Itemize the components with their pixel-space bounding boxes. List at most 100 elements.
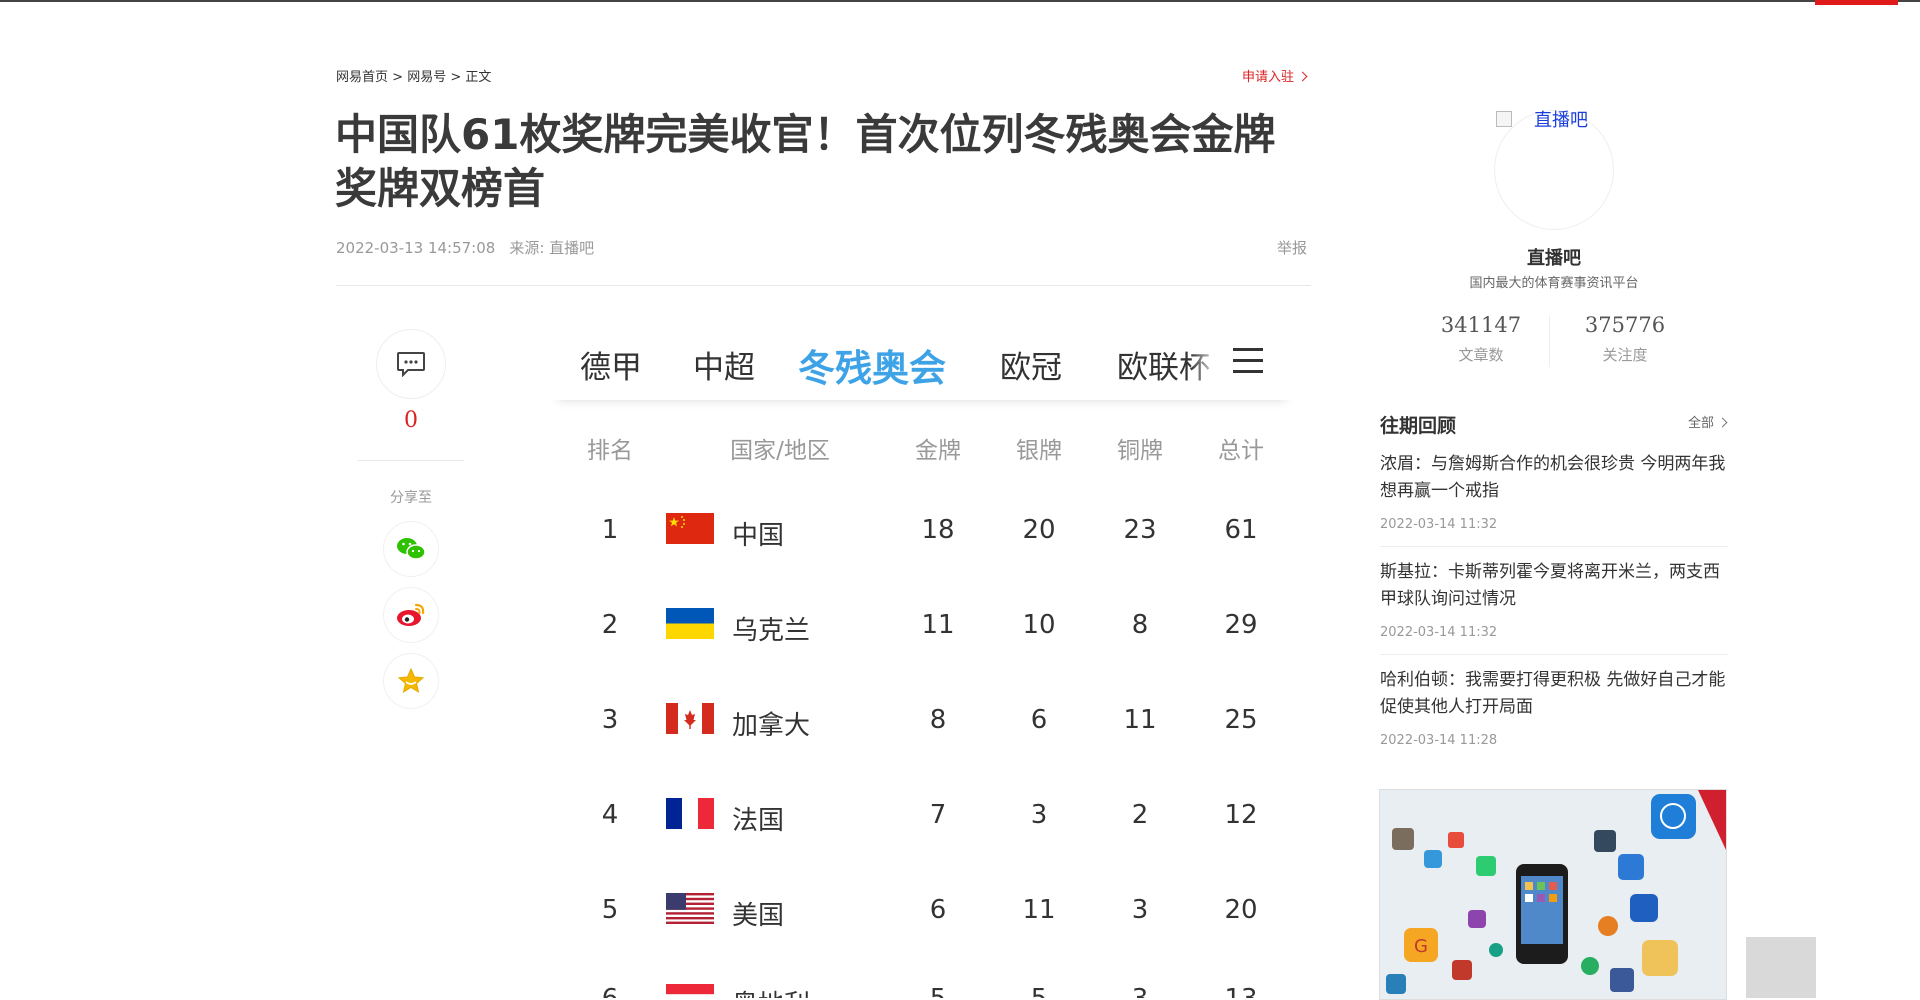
usa-flag-icon: [666, 893, 714, 924]
divider: [358, 460, 464, 461]
rank-cell: 4: [601, 800, 619, 830]
author-name[interactable]: 直播吧: [1454, 244, 1654, 270]
bronze-cell: 2: [1131, 800, 1149, 830]
tab-csl: 中超: [693, 350, 755, 386]
app-icons-illustration: G: [1380, 790, 1726, 999]
tab-champions-league: 欧冠: [1000, 350, 1062, 386]
total-cell: 20: [1224, 895, 1258, 925]
breadcrumb-separator: >: [388, 70, 408, 85]
news-title[interactable]: 斯基拉：卡斯蒂列霍今夏将离开米兰，两支西甲球队询问过情况: [1380, 559, 1728, 613]
news-item[interactable]: 浓眉：与詹姆斯合作的机会很珍贵 今明两年我想再赢一个戒指 2022-03-14 …: [1380, 451, 1728, 532]
header-total: 总计: [1218, 438, 1264, 464]
favorite-icon: [397, 667, 425, 694]
tab-fade: [1190, 322, 1220, 400]
chevron-right-icon: [1717, 417, 1728, 428]
top-border: [0, 0, 1920, 2]
total-cell: 13: [1201, 984, 1281, 998]
followers-count: 375776: [1584, 313, 1666, 337]
bronze-cell: 8: [1131, 610, 1149, 640]
country-name: 法国: [732, 806, 785, 836]
divider: [1380, 546, 1728, 547]
news-time: 2022-03-14 11:32: [1380, 517, 1498, 532]
followers-label: 关注度: [1602, 346, 1648, 364]
gold-cell: 8: [929, 705, 947, 735]
medal-table-image: 德甲 中超 冬残奥会 欧冠 欧联杯 排名 国家/地区 金牌 银牌 铜牌 总计 1…: [550, 322, 1294, 998]
breadcrumb-home[interactable]: 网易首页: [336, 70, 388, 85]
comment-icon: [397, 352, 425, 377]
bronze-cell: 11: [1123, 705, 1157, 735]
country-name: 加拿大: [732, 711, 811, 741]
share-wechat-button[interactable]: [383, 521, 439, 577]
silver-cell: 11: [1022, 895, 1056, 925]
top-accent-bar: [1815, 0, 1898, 5]
advertisement-image[interactable]: G: [1379, 789, 1727, 1000]
share-weibo-button[interactable]: [383, 587, 439, 643]
apply-join-link[interactable]: 申请入驻: [1242, 66, 1308, 85]
svg-text:G: G: [1414, 936, 1428, 957]
article-meta: 2022-03-13 14:57:08 来源: 直播吧: [336, 237, 594, 258]
bronze-cell: 3: [1100, 984, 1180, 998]
article-source[interactable]: 来源: 直播吧: [509, 239, 594, 257]
news-item[interactable]: 哈利伯顿：我需要打得更积极 先做好自己才能促使其他人打开局面 2022-03-1…: [1380, 667, 1728, 748]
country-name: 美国: [732, 901, 785, 931]
rank-cell: 1: [601, 515, 619, 545]
favorite-button[interactable]: [383, 653, 439, 709]
menu-icon: [1233, 348, 1263, 374]
silver-cell: 10: [1022, 610, 1056, 640]
gold-cell: 5: [898, 984, 978, 998]
breadcrumb-section[interactable]: 网易号: [407, 70, 446, 85]
stat-divider: [1549, 315, 1550, 367]
articles-label: 文章数: [1458, 346, 1504, 364]
bronze-cell: 23: [1123, 515, 1157, 545]
rank-cell: 6: [570, 984, 650, 998]
news-time: 2022-03-14 11:32: [1380, 625, 1498, 640]
gold-cell: 6: [929, 895, 947, 925]
country-name: 奥地利: [732, 984, 810, 998]
tab-winter-paralympics: 冬残奥会: [798, 347, 946, 390]
country-name: 中国: [732, 521, 785, 551]
silver-cell: 5: [999, 984, 1079, 998]
total-cell: 61: [1224, 515, 1258, 545]
total-cell: 25: [1224, 705, 1258, 735]
gold-cell: 7: [929, 800, 947, 830]
news-title[interactable]: 浓眉：与詹姆斯合作的机会很珍贵 今明两年我想再赢一个戒指: [1380, 451, 1728, 505]
header-bronze: 铜牌: [1117, 438, 1163, 464]
avatar-alt-text: 直播吧: [1534, 110, 1588, 131]
canada-flag-icon: [666, 703, 714, 734]
breadcrumb: 网易首页 > 网易号 > 正文: [336, 66, 491, 85]
bronze-cell: 3: [1131, 895, 1149, 925]
sports-tab-bar: 德甲 中超 冬残奥会 欧冠 欧联杯: [550, 322, 1294, 400]
header-rank: 排名: [587, 438, 633, 464]
silver-cell: 6: [1030, 705, 1048, 735]
view-all-label: 全部: [1688, 416, 1715, 431]
france-flag-icon: [666, 798, 714, 829]
floating-panel[interactable]: [1746, 937, 1816, 998]
broken-image-icon: [1496, 111, 1512, 127]
rank-cell: 3: [601, 705, 619, 735]
avatar-link[interactable]: 直播吧: [1496, 106, 1588, 132]
divider: [1380, 654, 1728, 655]
share-label: 分享至: [390, 490, 432, 506]
tab-bundesliga: 德甲: [580, 350, 642, 386]
news-item[interactable]: 斯基拉：卡斯蒂列霍今夏将离开米兰，两支西甲球队询问过情况 2022-03-14 …: [1380, 559, 1728, 640]
comment-button[interactable]: [376, 329, 446, 399]
news-time: 2022-03-14 11:28: [1380, 733, 1498, 748]
china-flag-icon: [666, 513, 714, 544]
view-all-link[interactable]: 全部: [1688, 412, 1728, 431]
wechat-icon: [397, 538, 426, 560]
article-title: 中国队61枚奖牌完美收官！首次位列冬残奥会金牌奖牌双榜首: [335, 110, 1276, 213]
breadcrumb-separator: >: [446, 70, 466, 85]
ukraine-flag-icon: [666, 608, 714, 639]
gold-cell: 18: [921, 515, 955, 545]
author-description: 国内最大的体育赛事资讯平台: [1469, 276, 1639, 291]
breadcrumb-current: 正文: [465, 70, 492, 85]
gold-cell: 11: [921, 610, 955, 640]
weibo-icon: [397, 603, 425, 626]
report-link[interactable]: 举报: [1277, 237, 1307, 258]
comment-count[interactable]: 0: [376, 408, 446, 433]
news-title[interactable]: 哈利伯顿：我需要打得更积极 先做好自己才能促使其他人打开局面: [1380, 667, 1728, 721]
chevron-right-icon: [1297, 71, 1308, 82]
header-country: 国家/地区: [730, 438, 830, 464]
silver-cell: 3: [1030, 800, 1048, 830]
header-silver: 银牌: [1016, 438, 1062, 464]
